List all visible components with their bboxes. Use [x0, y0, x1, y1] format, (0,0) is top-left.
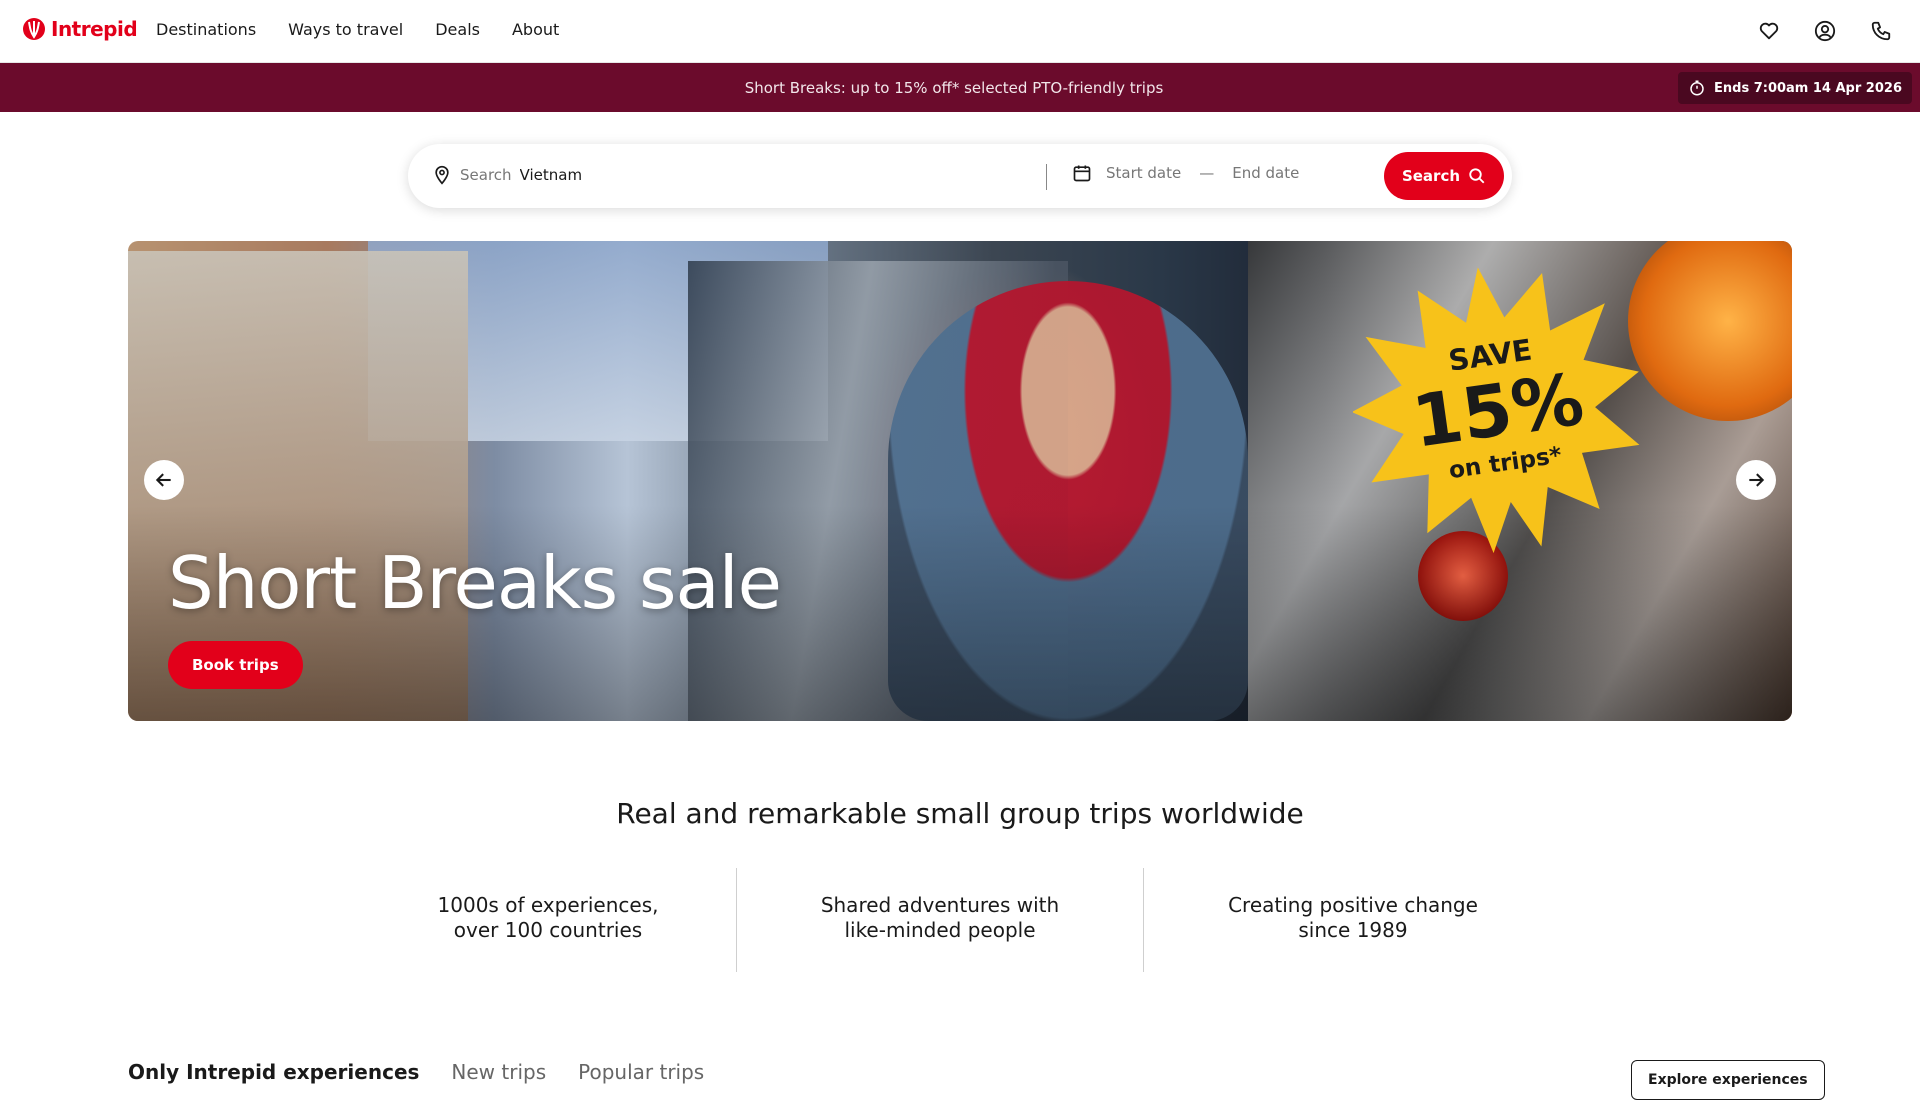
main-nav: Destinations Ways to travel Deals About [156, 20, 559, 39]
top-navigation: Intrepid Destinations Ways to travel Dea… [0, 0, 1920, 63]
feature-shared-adventures: Shared adventures with like-minded peopl… [780, 893, 1100, 943]
feature-line: like-minded people [844, 918, 1036, 942]
feature-line: 1000s of experiences, [437, 893, 659, 917]
heart-icon[interactable] [1756, 18, 1782, 44]
tab-popular-trips[interactable]: Popular trips [578, 1060, 704, 1084]
destination-search[interactable]: Search [432, 164, 1080, 186]
feature-positive-change: Creating positive change since 1989 [1190, 893, 1516, 943]
date-range-picker[interactable]: Start date — End date [1072, 163, 1299, 183]
nav-ways-to-travel[interactable]: Ways to travel [288, 20, 403, 39]
calendar-icon [1073, 165, 1091, 182]
nav-about[interactable]: About [512, 20, 559, 39]
arrow-right-icon [1749, 473, 1765, 487]
feature-divider [736, 868, 737, 972]
logo-mark-icon [23, 18, 45, 40]
nav-destinations[interactable]: Destinations [156, 20, 256, 39]
hero-carousel: SAVE 15% on trips* Short Breaks sale Boo… [128, 241, 1792, 721]
explore-experiences-button[interactable]: Explore experiences [1631, 1060, 1825, 1100]
countdown-text: Ends 7:00am 14 Apr 2026 [1714, 80, 1902, 96]
trip-search-bar: Search Start date — End date Search [408, 144, 1512, 208]
search-button[interactable]: Search [1384, 152, 1504, 200]
header-actions [1756, 18, 1894, 44]
tab-new-trips[interactable]: New trips [451, 1060, 546, 1084]
end-date-field[interactable]: End date [1232, 164, 1299, 182]
feature-line: Creating positive change [1228, 893, 1478, 917]
book-trips-button[interactable]: Book trips [168, 641, 303, 689]
destination-input[interactable] [519, 166, 1080, 184]
feature-line: since 1989 [1298, 918, 1408, 942]
feature-divider [1143, 868, 1144, 972]
carousel-prev-button[interactable] [144, 460, 184, 500]
hero-title: Short Breaks sale [168, 541, 782, 625]
search-divider [1046, 164, 1047, 190]
feature-line: over 100 countries [453, 918, 643, 942]
save-badge: SAVE 15% on trips* [1353, 267, 1640, 554]
start-date-field[interactable]: Start date [1106, 164, 1181, 182]
logo-text: Intrepid [51, 17, 138, 41]
phone-icon[interactable] [1868, 18, 1894, 44]
experience-tabs: Only Intrepid experiences New trips Popu… [128, 1060, 704, 1084]
arrow-left-icon [155, 473, 171, 487]
countdown-badge: Ends 7:00am 14 Apr 2026 [1678, 72, 1912, 104]
search-icon [1469, 168, 1485, 184]
user-icon[interactable] [1812, 18, 1838, 44]
intrepid-logo[interactable]: Intrepid [22, 17, 138, 41]
location-pin-icon [435, 165, 449, 185]
date-separator: — [1199, 164, 1215, 182]
carousel-next-button[interactable] [1736, 460, 1776, 500]
feature-experiences: 1000s of experiences, over 100 countries [400, 893, 696, 943]
stopwatch-icon [1690, 80, 1704, 96]
feature-line: Shared adventures with [820, 893, 1060, 917]
search-prefix-label: Search [460, 166, 512, 184]
promo-text: Short Breaks: up to 15% off* selected PT… [744, 78, 1164, 97]
nav-deals[interactable]: Deals [435, 20, 480, 39]
tab-only-intrepid-experiences[interactable]: Only Intrepid experiences [128, 1060, 419, 1084]
promo-banner[interactable]: Short Breaks: up to 15% off* selected PT… [0, 63, 1920, 112]
section-tagline: Real and remarkable small group trips wo… [616, 797, 1304, 830]
search-button-label: Search [1401, 167, 1461, 185]
